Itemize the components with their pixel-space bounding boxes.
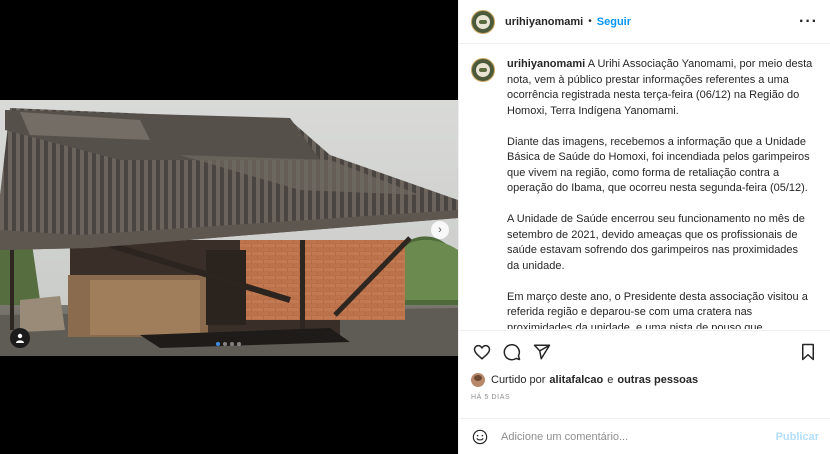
avatar[interactable] [471, 373, 485, 387]
caption-paragraph: urihiyanomami A Urihi Associação Yanomam… [507, 58, 813, 117]
comment-icon [503, 343, 521, 361]
follow-button[interactable]: Seguir [597, 16, 631, 28]
caption-paragraph: Em março deste ano, o Presidente desta a… [507, 290, 808, 330]
caption-username[interactable]: urihiyanomami [507, 58, 585, 70]
caption: urihiyanomami A Urihi Associação Yanomam… [507, 57, 813, 329]
caption-area: urihiyanomami A Urihi Associação Yanomam… [459, 45, 830, 329]
emoji-icon [472, 429, 488, 444]
separator-dot: • [588, 16, 592, 27]
post-dialog: › urihiyanomami • Seguir ··· urihiyanoma… [0, 0, 830, 454]
chevron-right-icon: › [438, 223, 442, 236]
save-button[interactable] [797, 341, 819, 363]
comment-input[interactable] [501, 430, 761, 443]
bookmark-icon [802, 343, 814, 361]
comment-form: Publicar [459, 418, 830, 454]
likes-conjunction: e [607, 374, 614, 386]
slide-dot [237, 342, 241, 346]
caption-paragraph: A Unidade de Saúde encerrou seu funciona… [507, 213, 805, 272]
like-button[interactable] [471, 341, 493, 363]
post-sidebar: urihiyanomami • Seguir ··· urihiyanomami… [458, 0, 830, 454]
post-media: › [0, 0, 458, 454]
user-tag-icon [16, 333, 24, 343]
username-link[interactable]: urihiyanomami [505, 16, 583, 28]
more-options-icon[interactable]: ··· [799, 13, 818, 30]
heart-icon [473, 344, 491, 360]
post-timestamp[interactable]: Há 5 dias [471, 394, 819, 401]
action-icons [471, 341, 819, 363]
caption-paragraph: Diante das imagens, recebemos a informaç… [507, 135, 810, 195]
post-photo[interactable] [0, 100, 458, 356]
slide-dot [223, 342, 227, 346]
user-tag-button[interactable] [10, 328, 30, 348]
next-slide-button[interactable]: › [431, 221, 449, 239]
liker-username[interactable]: alitafalcao [549, 374, 603, 386]
slide-dot [230, 342, 234, 346]
avatar[interactable] [471, 9, 495, 34]
publish-button[interactable]: Publicar [776, 431, 819, 443]
slide-dot [216, 342, 220, 346]
comment-button[interactable] [501, 341, 523, 363]
slide-indicator [216, 342, 241, 346]
avatar[interactable] [471, 58, 495, 82]
likes-prefix: Curtido por [491, 374, 546, 386]
emoji-button[interactable] [471, 428, 489, 446]
likes-others-link[interactable]: outras pessoas [617, 374, 698, 386]
likes-summary: Curtido por alitafalcao e outras pessoas [471, 372, 819, 388]
post-header: urihiyanomami • Seguir ··· [459, 0, 830, 44]
post-actions: Curtido por alitafalcao e outras pessoas… [459, 330, 830, 401]
share-button[interactable] [531, 341, 553, 363]
share-icon [533, 344, 551, 360]
